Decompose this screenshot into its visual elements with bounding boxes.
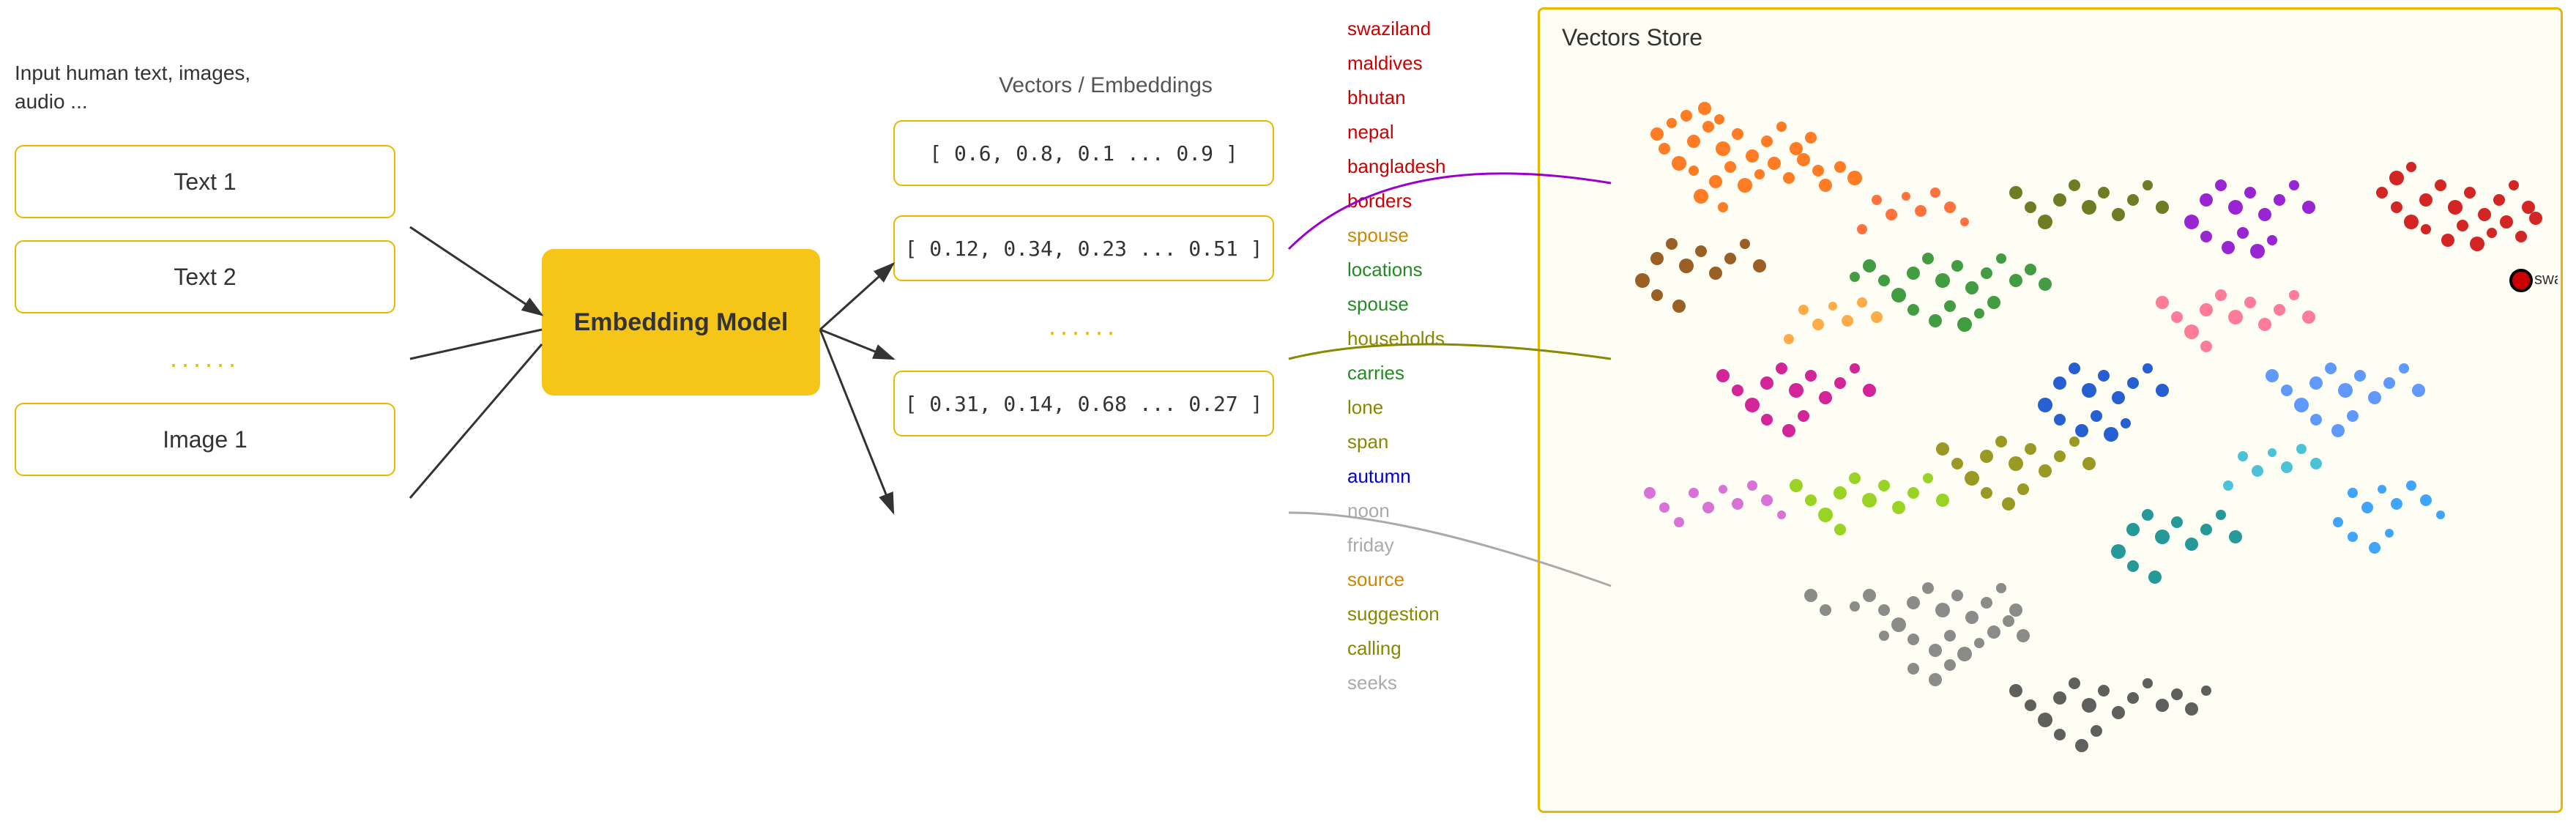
word-calling: calling bbox=[1347, 634, 1445, 663]
word-spouse2: spouse bbox=[1347, 290, 1445, 319]
word-source: source bbox=[1347, 565, 1445, 594]
word-bhutan: bhutan bbox=[1347, 83, 1445, 112]
word-maldives: maldives bbox=[1347, 49, 1445, 78]
word-seeks: seeks bbox=[1347, 669, 1445, 697]
vector-box-1: [ 0.6, 0.8, 0.1 ... 0.9 ] bbox=[893, 120, 1274, 186]
left-section: Input human text, images, audio ... Text… bbox=[15, 59, 395, 476]
word-carries: carries bbox=[1347, 359, 1445, 387]
dot-cloud-svg: swaziland bbox=[1547, 53, 2558, 801]
input-box-text2: Text 2 bbox=[15, 240, 395, 313]
embedding-model-label: Embedding Model bbox=[574, 308, 789, 337]
word-lone: lone bbox=[1347, 393, 1445, 422]
word-spouse1: spouse bbox=[1347, 221, 1445, 250]
vectors-store-label: Vectors Store bbox=[1562, 24, 1702, 51]
input-label: Input human text, images, audio ... bbox=[15, 59, 395, 116]
input-boxes: Text 1 Text 2 ...... Image 1 bbox=[15, 145, 395, 476]
input-dots: ...... bbox=[15, 335, 395, 381]
word-autumn: autumn bbox=[1347, 462, 1445, 491]
word-span: span bbox=[1347, 428, 1445, 456]
word-nepal: nepal bbox=[1347, 118, 1445, 146]
vector-box-2: [ 0.12, 0.34, 0.23 ... 0.51 ] bbox=[893, 215, 1274, 281]
svg-text:swaziland: swaziland bbox=[2534, 270, 2558, 288]
vector-box-3: [ 0.31, 0.14, 0.68 ... 0.27 ] bbox=[893, 371, 1274, 437]
embedding-model-box: Embedding Model bbox=[542, 249, 820, 395]
main-container: Input human text, images, audio ... Text… bbox=[0, 0, 2576, 832]
word-locations: locations bbox=[1347, 256, 1445, 284]
word-households: households bbox=[1347, 324, 1445, 353]
vectors-store-container: Vectors Store bbox=[1538, 7, 2563, 813]
word-friday: friday bbox=[1347, 531, 1445, 560]
dot-cloud: swaziland bbox=[1547, 53, 2558, 801]
vector-dots: ...... bbox=[893, 311, 1274, 341]
word-borders: borders bbox=[1347, 187, 1445, 215]
word-noon: noon bbox=[1347, 497, 1445, 525]
word-swaziland: swaziland bbox=[1347, 15, 1445, 43]
vectors-label: Vectors / Embeddings bbox=[937, 73, 1274, 98]
input-box-image1: Image 1 bbox=[15, 403, 395, 476]
vector-boxes: [ 0.6, 0.8, 0.1 ... 0.9 ] [ 0.12, 0.34, … bbox=[893, 120, 1274, 437]
input-box-text1: Text 1 bbox=[15, 145, 395, 218]
word-suggestion: suggestion bbox=[1347, 600, 1445, 628]
words-list: swaziland maldives bhutan nepal banglade… bbox=[1347, 15, 1445, 697]
vectors-section: Vectors / Embeddings [ 0.6, 0.8, 0.1 ...… bbox=[893, 73, 1274, 437]
word-bangladesh: bangladesh bbox=[1347, 152, 1445, 181]
